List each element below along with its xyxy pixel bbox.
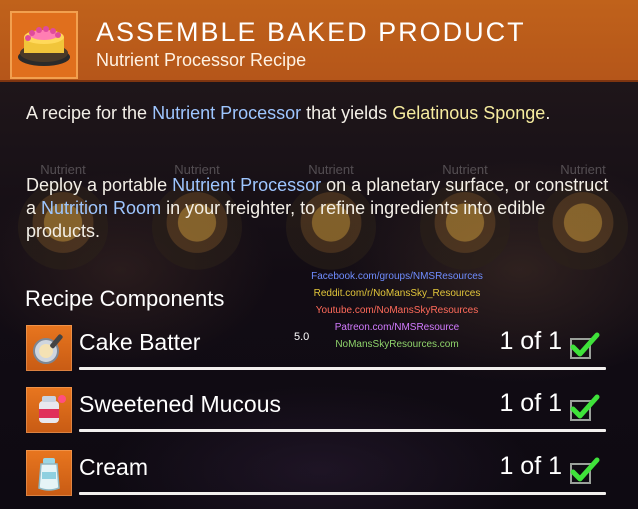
- recipe-instructions: Deploy a portable Nutrient Processor on …: [26, 174, 616, 243]
- description-text: that yields: [301, 103, 393, 123]
- component-row-cream[interactable]: Cream 1 of 1: [26, 450, 606, 496]
- recipe-title: ASSEMBLE BAKED PRODUCT: [96, 17, 526, 47]
- nutrient-processor-link: Nutrient Processor: [152, 103, 302, 123]
- watermark-line: Youtube.com/NoMansSkyResources: [315, 305, 479, 316]
- component-underline: [79, 492, 606, 495]
- product-name: Gelatinous Sponge: [392, 103, 546, 123]
- recipe-description: A recipe for the Nutrient Processor that…: [26, 102, 616, 125]
- component-name: Cream: [79, 454, 149, 480]
- component-row-cake-batter[interactable]: Cake Batter 1 of 1: [26, 325, 606, 371]
- baked-cake-icon: [10, 11, 78, 79]
- component-name: Sweetened Mucous: [79, 391, 282, 417]
- watermark-line: Facebook.com/groups/NMSResources: [311, 271, 483, 282]
- instructions-text: Deploy a portable: [26, 175, 173, 195]
- component-quantity: 1 of 1: [499, 327, 562, 355]
- description-text: .: [545, 103, 551, 123]
- checkmark-icon: [570, 457, 600, 484]
- component-quantity: 1 of 1: [499, 389, 562, 417]
- recipe-subtitle: Nutrient Processor Recipe: [96, 50, 307, 70]
- checkmark-icon: [570, 394, 600, 421]
- component-row-sweetened-mucous[interactable]: Sweetened Mucous 1 of 1: [26, 387, 606, 433]
- checkmark-icon: [570, 332, 600, 359]
- component-name: Cake Batter: [79, 329, 201, 355]
- component-underline: [79, 429, 606, 432]
- sweet-jar-icon: [26, 387, 72, 433]
- component-underline: [79, 367, 606, 370]
- nutrient-processor-link: Nutrient Processor: [172, 175, 322, 195]
- cream-bottle-icon: [26, 450, 72, 496]
- recipe-components-heading: Recipe Components: [25, 286, 225, 311]
- frying-pan-icon: [26, 325, 72, 371]
- component-quantity: 1 of 1: [499, 452, 562, 480]
- recipe-header: ASSEMBLE BAKED PRODUCT Nutrient Processo…: [0, 0, 638, 82]
- description-text: A recipe for the: [26, 103, 153, 123]
- watermark-line: Reddit.com/r/NoMansSky_Resources: [313, 288, 481, 299]
- nutrition-room-link: Nutrition Room: [41, 198, 162, 218]
